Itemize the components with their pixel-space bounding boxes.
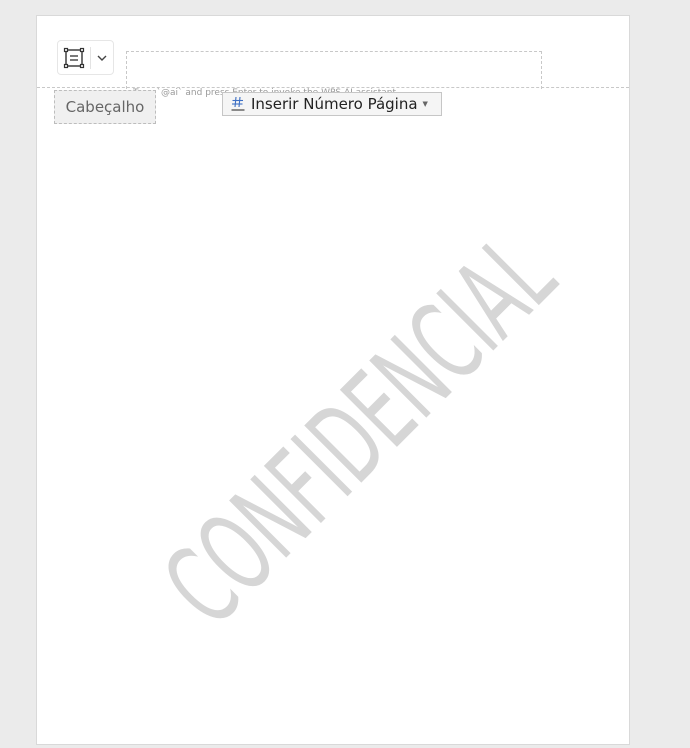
header-options-toolbar: [57, 40, 114, 75]
header-layout-icon: [64, 47, 85, 68]
header-layout-button[interactable]: [58, 41, 90, 74]
header-options-dropdown[interactable]: [91, 41, 113, 74]
confidential-watermark: CONFIDENCIAL: [141, 212, 579, 650]
chevron-down-icon: [97, 55, 107, 61]
page-number-hash-icon: [231, 96, 245, 111]
dropdown-caret-icon: ▼: [422, 100, 428, 108]
insert-page-number-button[interactable]: Inserir Número Página ▼: [222, 92, 442, 116]
document-page[interactable]: Type `@ai` and press Enter to invoke the…: [36, 15, 630, 745]
header-text-area[interactable]: [126, 51, 542, 89]
header-tag-label[interactable]: Cabeçalho: [54, 90, 156, 124]
insert-page-number-label: Inserir Número Página: [251, 95, 418, 113]
watermark-text: CONFIDENCIAL: [141, 212, 579, 650]
